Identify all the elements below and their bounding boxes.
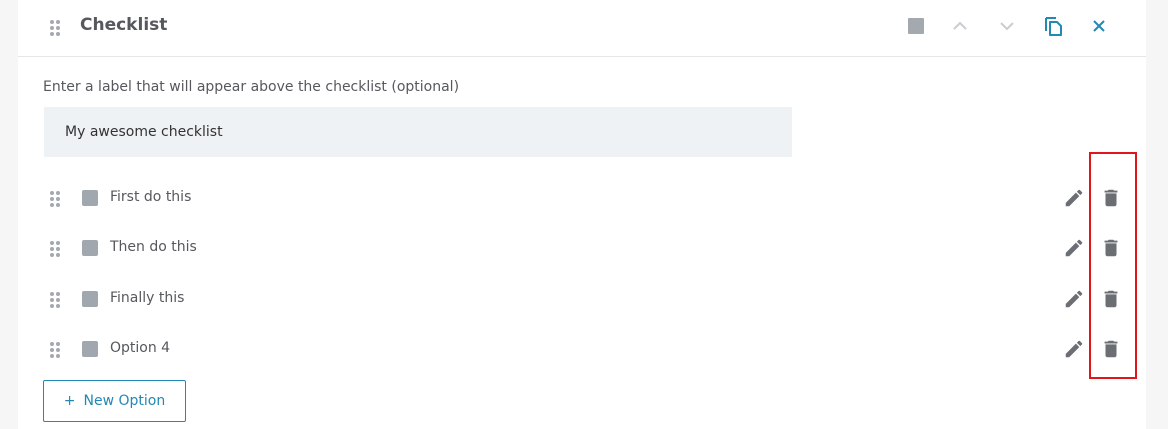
checklist-label-input[interactable] bbox=[44, 107, 792, 157]
chevron-down-icon[interactable] bbox=[995, 14, 1019, 38]
option-label: Finally this bbox=[110, 290, 185, 306]
new-option-label: New Option bbox=[83, 393, 166, 409]
option-checkbox[interactable] bbox=[82, 291, 98, 307]
option-checkbox[interactable] bbox=[82, 190, 98, 206]
panel-title: Checklist bbox=[80, 15, 168, 35]
edit-icon[interactable] bbox=[1063, 237, 1085, 259]
chevron-up-icon[interactable] bbox=[948, 14, 972, 38]
option-label: First do this bbox=[110, 189, 192, 205]
edit-icon[interactable] bbox=[1063, 338, 1085, 360]
delete-icon[interactable] bbox=[1100, 338, 1122, 360]
checklist-option-row: Finally this bbox=[18, 282, 1146, 318]
delete-icon[interactable] bbox=[1100, 187, 1122, 209]
delete-icon[interactable] bbox=[1100, 237, 1122, 259]
drag-handle-icon[interactable] bbox=[50, 191, 60, 207]
checklist-option-row: First do this bbox=[18, 181, 1146, 217]
drag-handle-icon[interactable] bbox=[50, 342, 60, 358]
checklist-option-row: Option 4 bbox=[18, 332, 1146, 368]
plus-icon: + bbox=[63, 393, 76, 409]
drag-handle-icon[interactable] bbox=[50, 292, 60, 308]
drag-handle-icon[interactable] bbox=[50, 20, 60, 36]
option-checkbox[interactable] bbox=[82, 240, 98, 256]
close-icon[interactable] bbox=[1087, 14, 1111, 38]
edit-icon[interactable] bbox=[1063, 187, 1085, 209]
checklist-option-row: Then do this bbox=[18, 231, 1146, 267]
copy-icon[interactable] bbox=[1041, 14, 1065, 38]
label-prompt: Enter a label that will appear above the… bbox=[43, 79, 460, 95]
option-checkbox[interactable] bbox=[82, 341, 98, 357]
option-label: Option 4 bbox=[110, 340, 171, 356]
edit-icon[interactable] bbox=[1063, 288, 1085, 310]
stop-icon[interactable] bbox=[904, 14, 928, 38]
panel-header: Checklist bbox=[18, 0, 1146, 57]
checklist-panel: Checklist Enter a label that will appear… bbox=[18, 0, 1146, 429]
option-label: Then do this bbox=[110, 239, 197, 255]
delete-icon[interactable] bbox=[1100, 288, 1122, 310]
new-option-button[interactable]: + New Option bbox=[43, 380, 186, 422]
drag-handle-icon[interactable] bbox=[50, 241, 60, 257]
